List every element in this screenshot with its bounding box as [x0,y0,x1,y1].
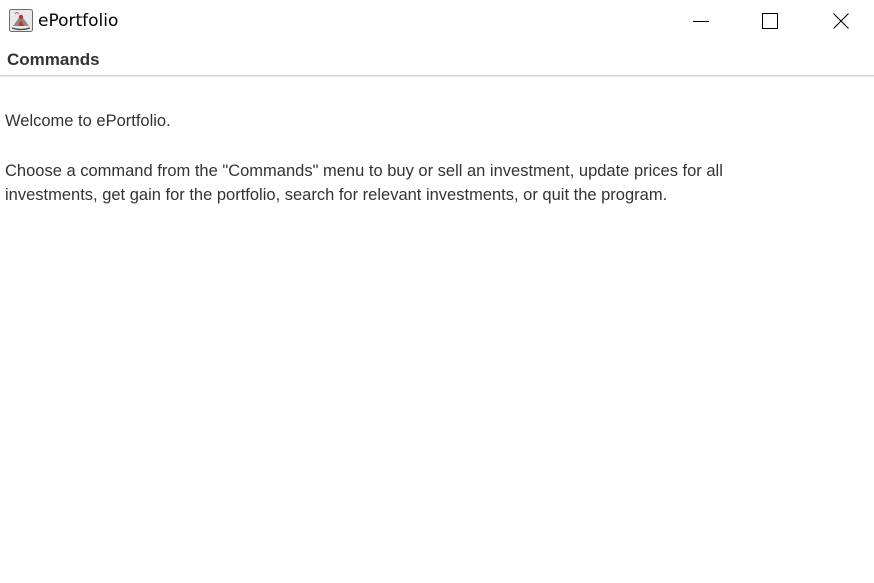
close-button[interactable] [818,0,864,42]
minimize-button[interactable] [678,0,724,42]
title-bar[interactable]: ePortfolio [0,0,874,42]
maximize-button[interactable] [747,0,793,42]
instructions-text: Choose a command from the "Commands" men… [5,159,865,207]
close-icon [833,13,849,29]
menu-commands[interactable]: Commands [7,50,100,70]
maximize-icon [762,13,778,29]
java-coffee-cup-icon[interactable] [9,9,33,32]
menu-bar: Commands [0,44,874,76]
minimize-icon [693,13,709,29]
window-title: ePortfolio [38,11,119,31]
instructions-line-2: investments, get gain for the portfolio,… [5,186,668,204]
instructions-line-1: Choose a command from the "Commands" men… [5,162,723,180]
application-window: ePortfolio Commands Welcome to ePortfoli… [0,0,874,583]
welcome-message: Welcome to ePortfolio. [5,112,171,130]
content-panel: Welcome to ePortfolio. Choose a command … [0,77,874,583]
